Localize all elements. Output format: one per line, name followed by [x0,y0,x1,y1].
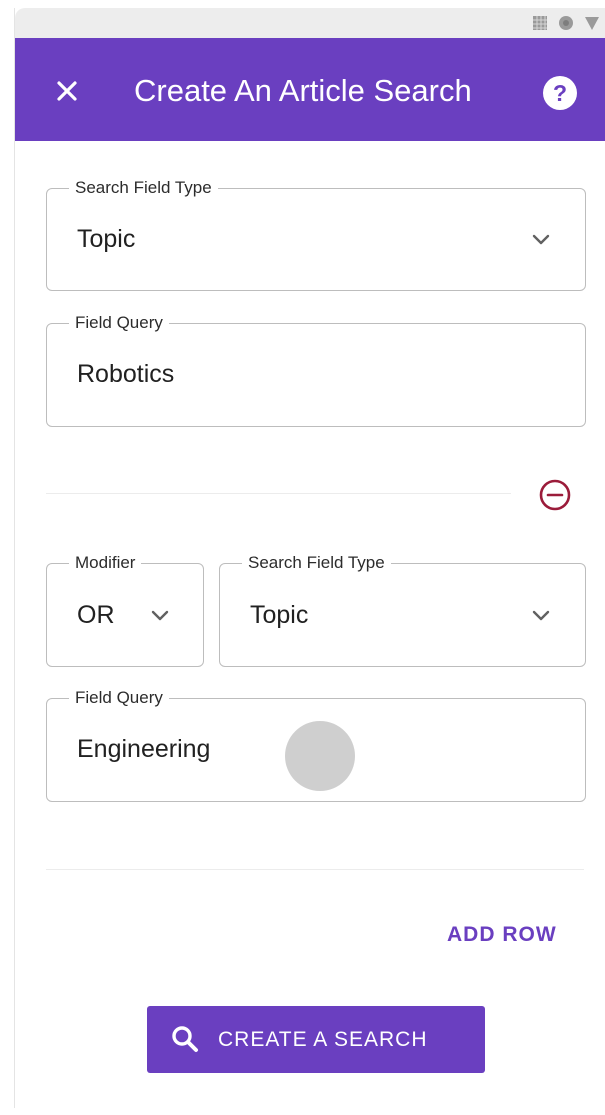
create-search-button[interactable]: CREATE A SEARCH [147,1006,485,1073]
search-field-type-select-1[interactable]: Search Field Type Topic [46,178,586,291]
search-field-type-label-2: Search Field Type [242,553,391,573]
chevron-down-icon [531,609,551,623]
row-divider-1 [46,493,511,494]
add-row-button[interactable]: ADD ROW [447,920,557,950]
field-query-value-2: Engineering [77,735,211,763]
modifier-label: Modifier [69,553,142,573]
field-query-value-1: Robotics [77,360,175,388]
search-field-type-label-1: Search Field Type [69,178,218,198]
battery-triangle-icon [585,17,599,30]
create-search-label: CREATE A SEARCH [218,1028,428,1051]
remove-row-button[interactable] [538,478,572,512]
row-divider-2 [46,869,584,870]
status-bar [15,8,605,38]
help-button[interactable]: ? [543,76,577,110]
modifier-select[interactable]: Modifier OR [46,553,204,667]
help-icon: ? [552,80,568,106]
chevron-down-icon [531,233,551,247]
search-field-type-select-2[interactable]: Search Field Type Topic [219,553,586,667]
chevron-down-icon [150,609,170,623]
app-screen: Create An Article Search ? Search Field … [14,8,605,1108]
field-query-label-1: Field Query [69,313,169,333]
page-title: Create An Article Search [134,73,472,108]
search-field-type-value-1: Topic [77,225,136,253]
search-icon [170,1024,200,1054]
modifier-value: OR [77,601,115,629]
close-icon [57,81,77,101]
minus-circle-icon [539,479,571,511]
field-query-input-1[interactable]: Field Query Robotics [46,313,586,427]
touch-indicator [285,721,355,791]
close-button[interactable] [47,71,87,111]
field-query-label-2: Field Query [69,688,169,708]
app-bar: Create An Article Search ? [15,38,605,141]
signal-grid-icon [533,16,547,30]
wifi-dot-icon [559,16,573,30]
search-field-type-value-2: Topic [250,601,309,629]
